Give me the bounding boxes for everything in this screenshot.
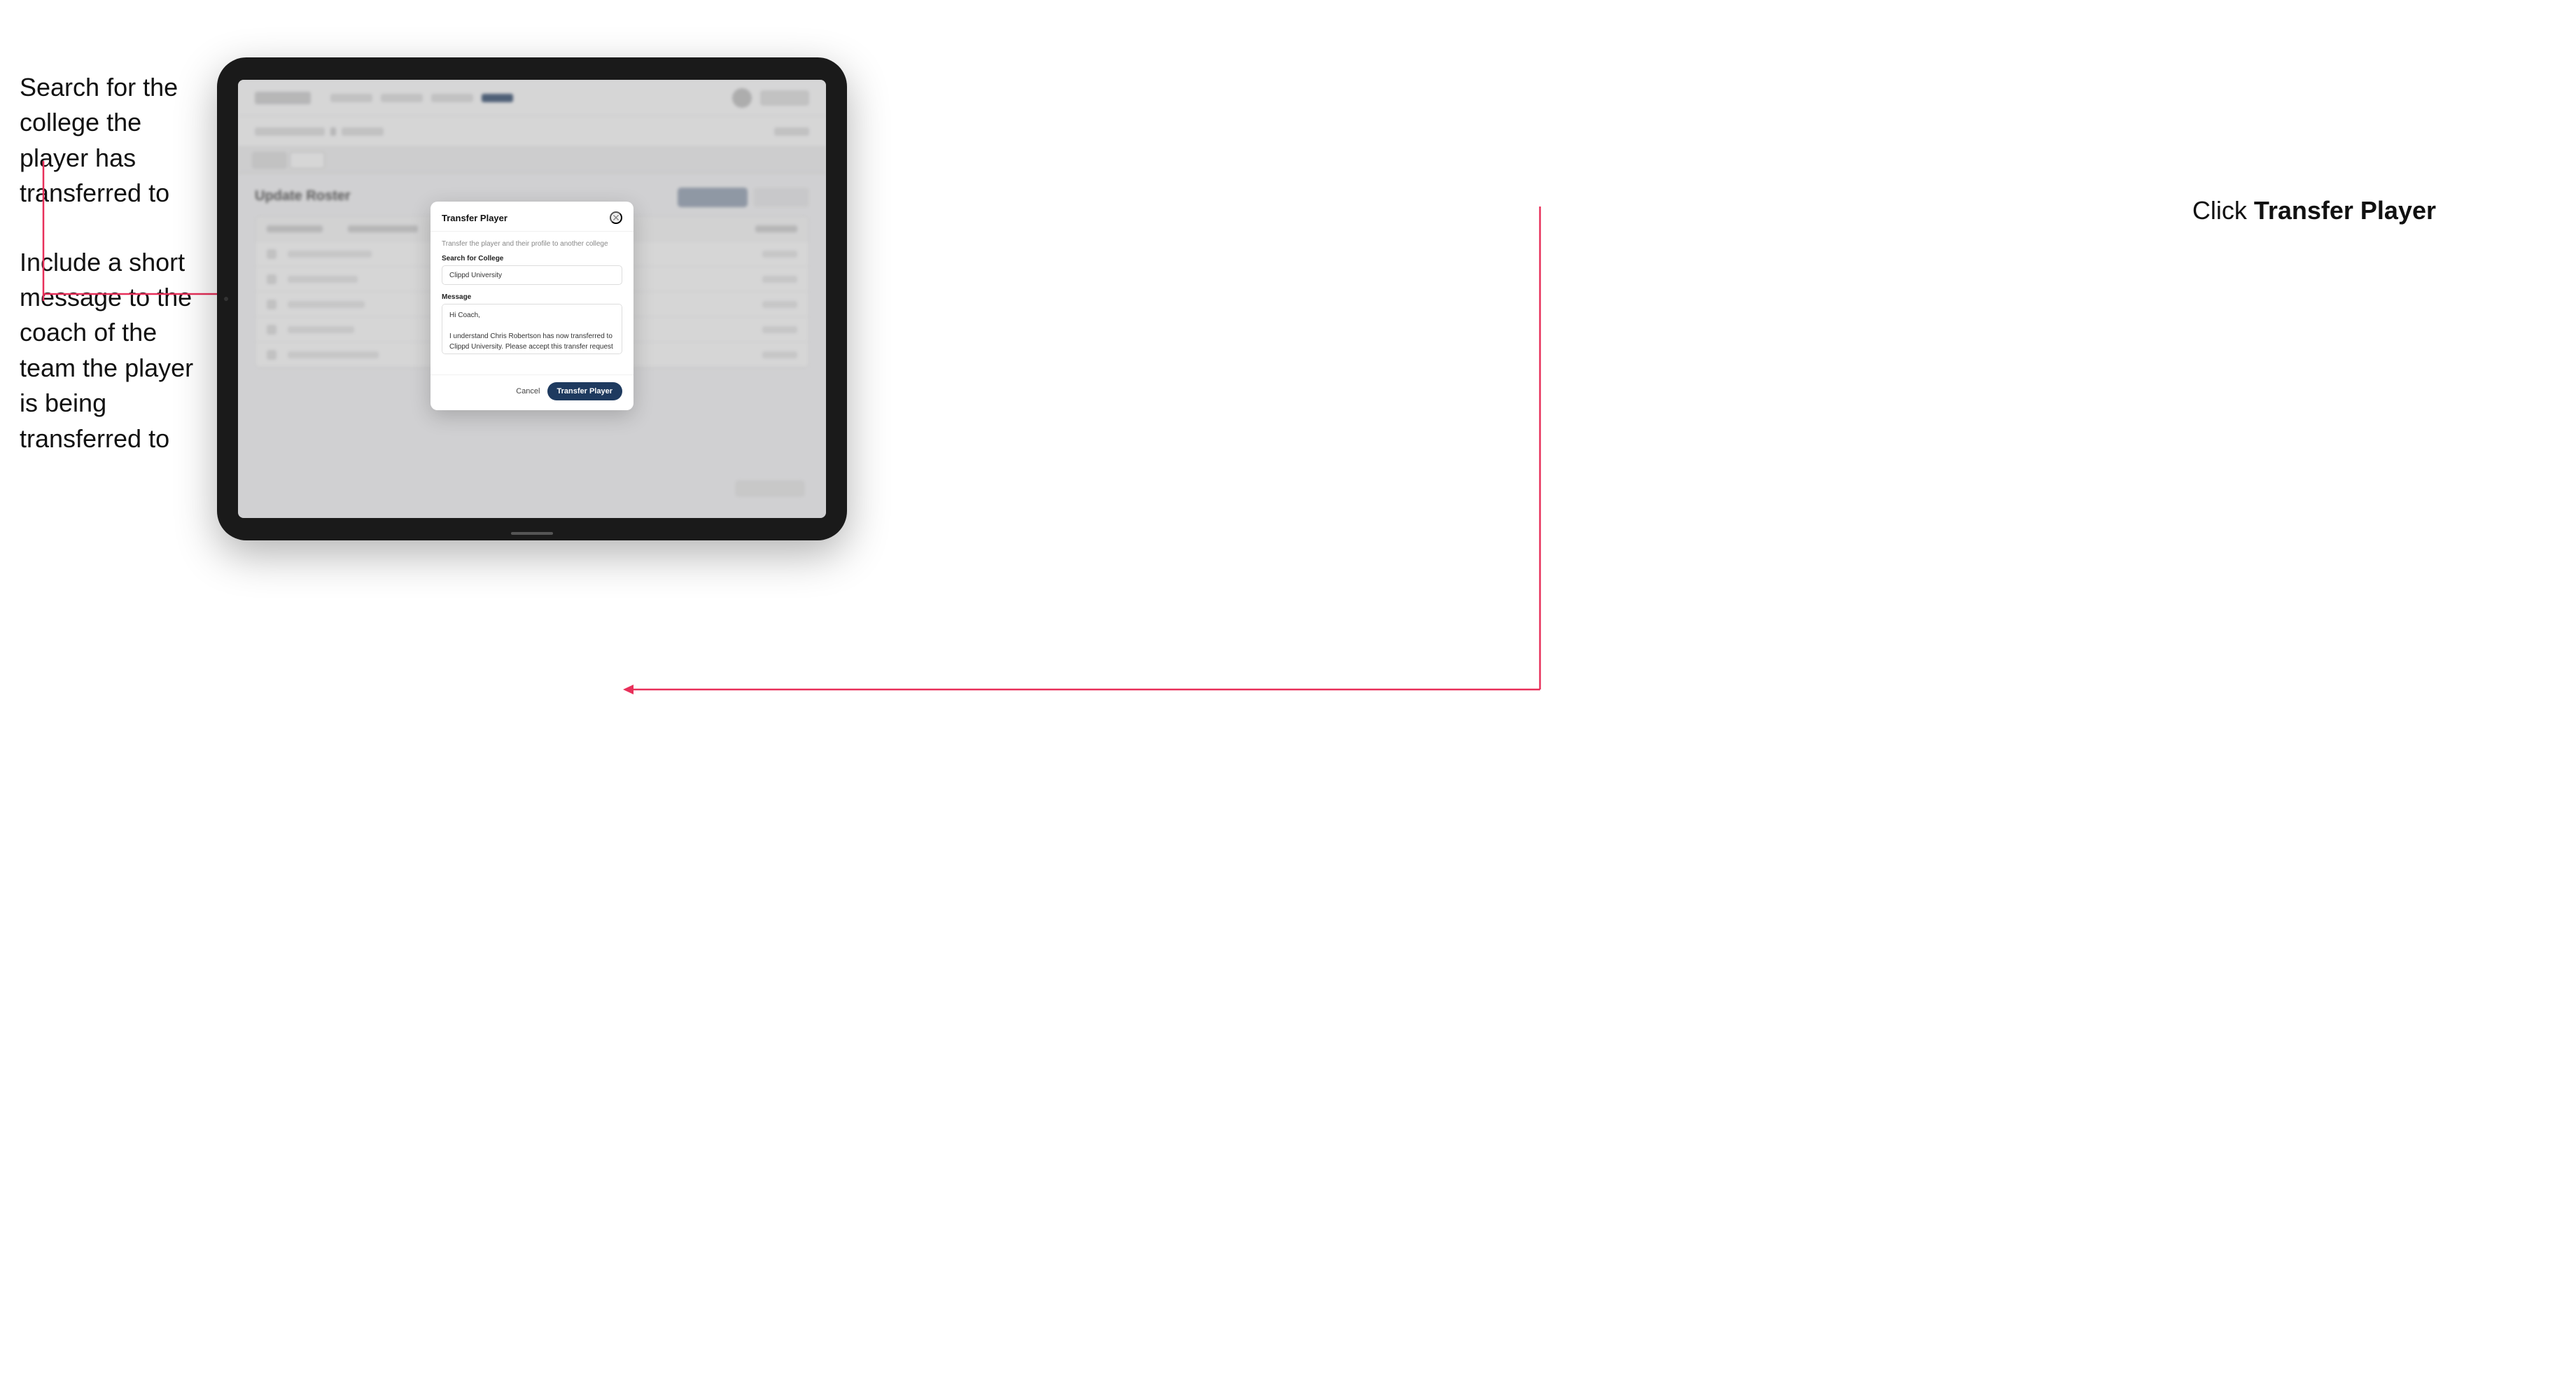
search-college-group: Search for College (442, 255, 622, 285)
annotation-click-prefix: Click (2192, 196, 2254, 225)
modal-footer: Cancel Transfer Player (430, 374, 634, 410)
search-college-input[interactable] (442, 265, 622, 285)
ipad-camera (224, 297, 228, 301)
modal-title: Transfer Player (442, 213, 507, 223)
annotation-search-text: Search for the college the player has tr… (20, 70, 216, 211)
modal-description: Transfer the player and their profile to… (442, 240, 622, 248)
modal-header: Transfer Player ✕ (430, 202, 634, 232)
message-label: Message (442, 293, 622, 301)
annotation-click-action: Transfer Player (2254, 196, 2436, 225)
message-group: Message Hi Coach, I understand Chris Rob… (442, 293, 622, 358)
modal-close-button[interactable]: ✕ (610, 211, 622, 224)
modal-overlay: Transfer Player ✕ Transfer the player an… (238, 80, 826, 518)
annotation-right: Click Transfer Player (2192, 196, 2436, 225)
annotation-left: Search for the college the player has tr… (20, 70, 216, 490)
message-textarea[interactable]: Hi Coach, I understand Chris Robertson h… (442, 304, 622, 354)
transfer-player-button[interactable]: Transfer Player (547, 382, 623, 400)
search-college-label: Search for College (442, 255, 622, 262)
modal-body: Transfer the player and their profile to… (430, 232, 634, 374)
ipad-home-indicator (511, 532, 553, 535)
cancel-button[interactable]: Cancel (516, 387, 540, 396)
transfer-player-modal: Transfer Player ✕ Transfer the player an… (430, 202, 634, 410)
annotation-message-text: Include a short message to the coach of … (20, 245, 216, 456)
ipad-frame: Update Roster (217, 57, 847, 540)
ipad-screen: Update Roster (238, 80, 826, 518)
